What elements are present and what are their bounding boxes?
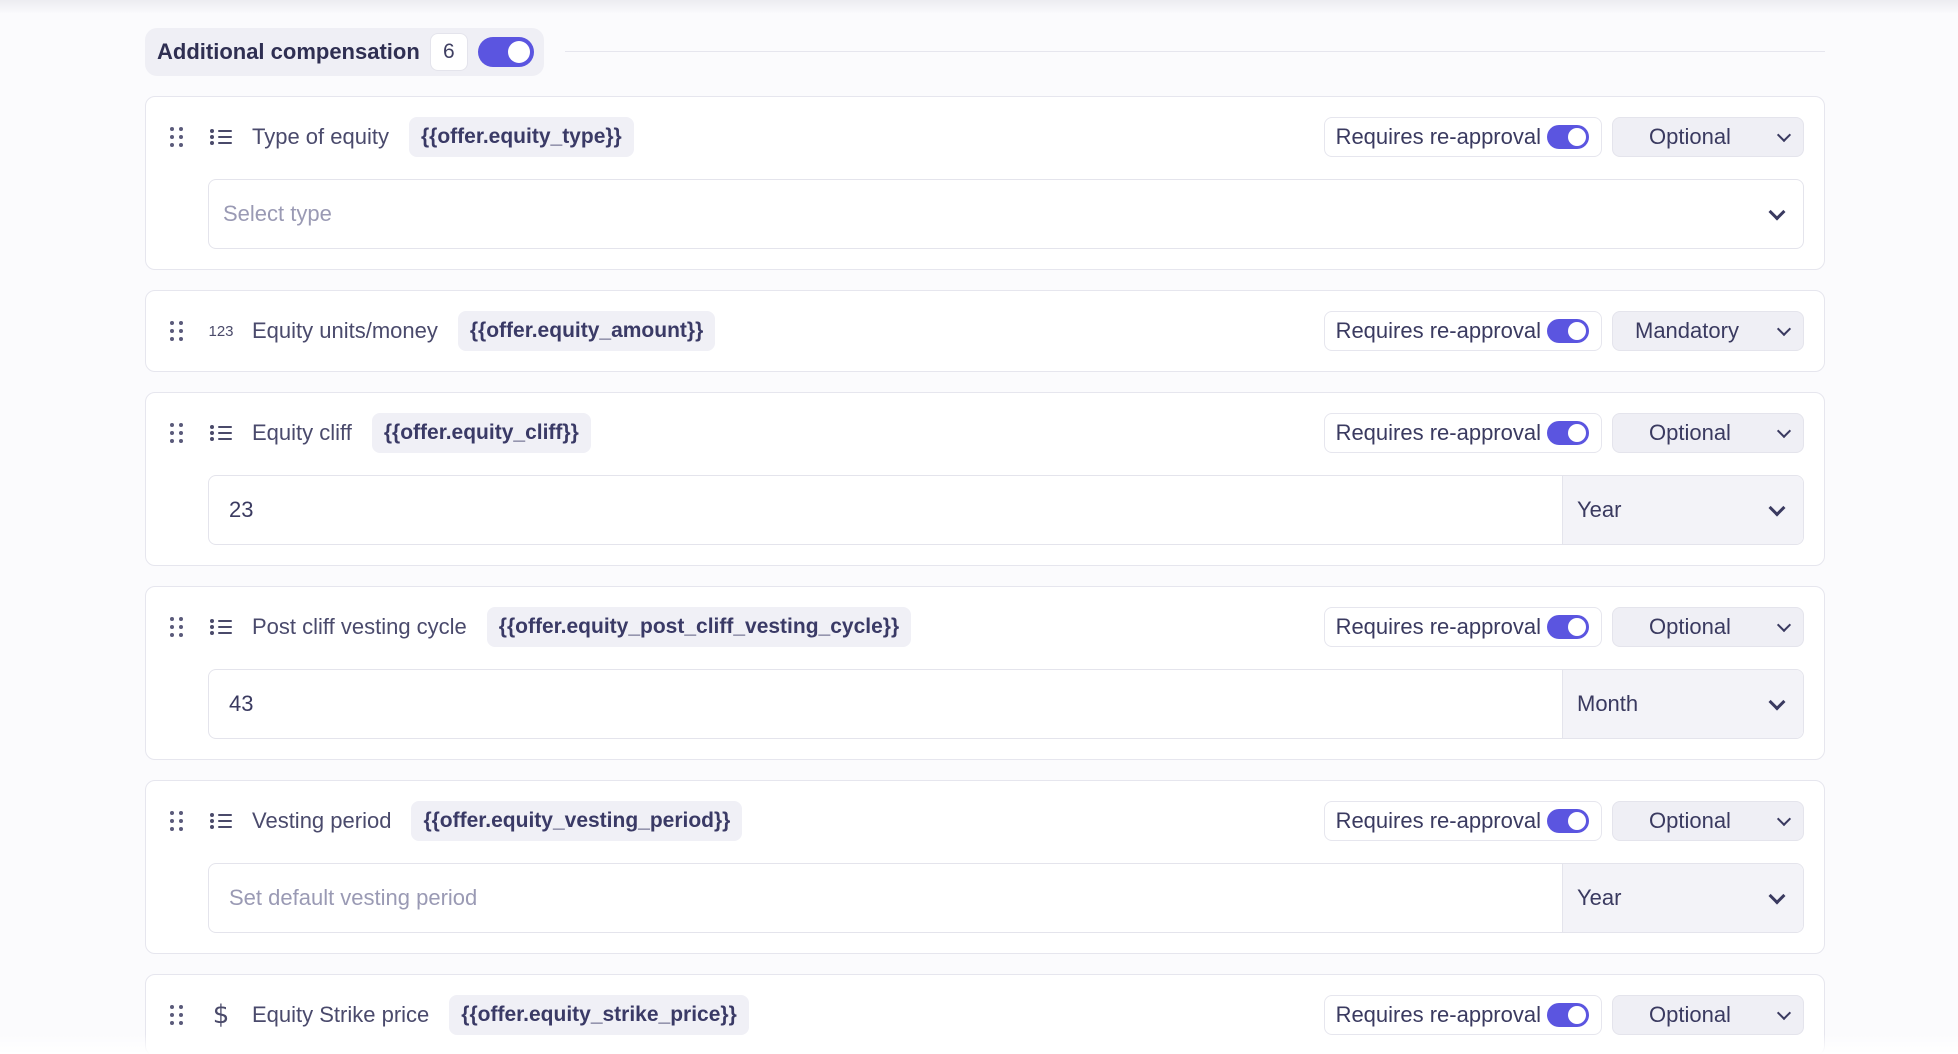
requirement-select[interactable]: Optional: [1612, 995, 1804, 1035]
vesting-period-input[interactable]: Set default vesting period: [209, 864, 1563, 932]
requires-reapproval-label: Requires re-approval: [1335, 1002, 1541, 1027]
equity-type-select[interactable]: Select type: [208, 179, 1804, 249]
requires-reapproval-control: Requires re-approval: [1323, 413, 1602, 453]
drag-handle-icon[interactable]: [170, 616, 186, 638]
chevron-down-icon: [1768, 203, 1786, 220]
chevron-down-icon: [1776, 423, 1792, 438]
field-card-vesting-period: Vesting period {{offer.equity_vesting_pe…: [145, 780, 1825, 954]
field-label: Equity Strike price: [252, 1002, 430, 1027]
requires-reapproval-toggle[interactable]: [1547, 1003, 1589, 1027]
chevron-down-icon: [1776, 127, 1792, 142]
bottom-fade: [0, 1034, 1958, 1054]
field-label: Vesting period: [252, 808, 392, 833]
list-icon: [208, 420, 234, 446]
chevron-down-icon: [1768, 499, 1786, 516]
requires-reapproval-label: Requires re-approval: [1335, 420, 1541, 445]
vesting-cycle-field: 43 Month: [208, 669, 1804, 739]
vesting-period-field: Set default vesting period Year: [208, 863, 1804, 933]
section-enable-toggle[interactable]: [477, 37, 534, 67]
vesting-cycle-input[interactable]: 43: [209, 670, 1563, 738]
variable-chip[interactable]: {{offer.equity_post_cliff_vesting_cycle}…: [486, 607, 912, 647]
requires-reapproval-label: Requires re-approval: [1335, 318, 1541, 343]
list-icon: [208, 808, 234, 834]
requires-reapproval-control: Requires re-approval: [1323, 801, 1602, 841]
dollar-icon: $: [212, 1000, 230, 1030]
cliff-value-input[interactable]: 23: [209, 476, 1563, 544]
field-label: Equity units/money: [252, 318, 438, 343]
list-icon: [208, 614, 234, 640]
requirement-select[interactable]: Optional: [1612, 413, 1804, 453]
variable-chip[interactable]: {{offer.equity_cliff}}: [371, 413, 591, 453]
field-card-post-cliff-vesting: Post cliff vesting cycle {{offer.equity_…: [145, 586, 1825, 760]
section-header: Additional compensation 6: [145, 28, 1825, 76]
chevron-down-icon: [1768, 887, 1786, 904]
field-label: Post cliff vesting cycle: [252, 614, 467, 639]
requires-reapproval-toggle[interactable]: [1547, 615, 1589, 639]
requirement-value: Optional: [1649, 808, 1731, 833]
requirement-select[interactable]: Optional: [1612, 117, 1804, 157]
requirement-value: Mandatory: [1635, 318, 1739, 343]
requirement-select[interactable]: Optional: [1612, 607, 1804, 647]
variable-chip[interactable]: {{offer.equity_amount}}: [457, 311, 716, 351]
section-divider: [565, 51, 1825, 52]
chevron-down-icon: [1776, 811, 1792, 826]
cliff-unit-select[interactable]: Year: [1563, 476, 1803, 544]
drag-handle-icon[interactable]: [170, 320, 186, 342]
requirement-value: Optional: [1649, 614, 1731, 639]
field-card-equity-units: 123 Equity units/money {{offer.equity_am…: [145, 290, 1825, 372]
requires-reapproval-control: Requires re-approval: [1323, 995, 1602, 1035]
vesting-period-unit-select[interactable]: Year: [1563, 864, 1803, 932]
requires-reapproval-label: Requires re-approval: [1335, 808, 1541, 833]
vesting-cycle-unit-select[interactable]: Month: [1563, 670, 1803, 738]
drag-handle-icon[interactable]: [170, 810, 186, 832]
requires-reapproval-toggle[interactable]: [1547, 421, 1589, 445]
field-card-type-of-equity: Type of equity {{offer.equity_type}} Req…: [145, 96, 1825, 270]
field-count-badge: 6: [429, 33, 468, 71]
requirement-value: Optional: [1649, 1002, 1731, 1027]
requires-reapproval-toggle[interactable]: [1547, 319, 1589, 343]
chevron-down-icon: [1776, 617, 1792, 632]
drag-handle-icon[interactable]: [170, 422, 186, 444]
unit-value: Year: [1577, 885, 1622, 910]
requires-reapproval-toggle[interactable]: [1547, 809, 1589, 833]
unit-value: Year: [1577, 497, 1622, 522]
requires-reapproval-control: Requires re-approval: [1323, 607, 1602, 647]
requires-reapproval-toggle[interactable]: [1547, 125, 1589, 149]
select-placeholder: Select type: [223, 201, 332, 226]
chevron-down-icon: [1768, 693, 1786, 710]
requires-reapproval-control: Requires re-approval: [1323, 311, 1602, 351]
requirement-value: Optional: [1649, 124, 1731, 149]
drag-handle-icon[interactable]: [170, 126, 186, 148]
additional-compensation-section: Additional compensation 6 Type of equity…: [145, 28, 1825, 1054]
field-label: Type of equity: [252, 124, 389, 149]
section-title-pill: Additional compensation 6: [145, 28, 544, 76]
number-icon: 123: [208, 322, 234, 340]
variable-chip[interactable]: {{offer.equity_strike_price}}: [449, 995, 749, 1035]
top-shadow: [0, 0, 1958, 14]
unit-value: Month: [1577, 691, 1639, 716]
chevron-down-icon: [1776, 321, 1792, 336]
field-label: Equity cliff: [252, 420, 352, 445]
requires-reapproval-control: Requires re-approval: [1323, 117, 1602, 157]
requires-reapproval-label: Requires re-approval: [1335, 614, 1541, 639]
requirement-select[interactable]: Mandatory: [1612, 311, 1804, 351]
chevron-down-icon: [1776, 1005, 1792, 1020]
cliff-duration-field: 23 Year: [208, 475, 1804, 545]
variable-chip[interactable]: {{offer.equity_type}}: [408, 117, 634, 157]
requires-reapproval-label: Requires re-approval: [1335, 124, 1541, 149]
variable-chip[interactable]: {{offer.equity_vesting_period}}: [411, 801, 743, 841]
section-title: Additional compensation: [157, 39, 420, 64]
drag-handle-icon[interactable]: [170, 1004, 186, 1026]
field-card-equity-cliff: Equity cliff {{offer.equity_cliff}} Requ…: [145, 392, 1825, 566]
list-icon: [208, 124, 234, 150]
requirement-select[interactable]: Optional: [1612, 801, 1804, 841]
requirement-value: Optional: [1649, 420, 1731, 445]
